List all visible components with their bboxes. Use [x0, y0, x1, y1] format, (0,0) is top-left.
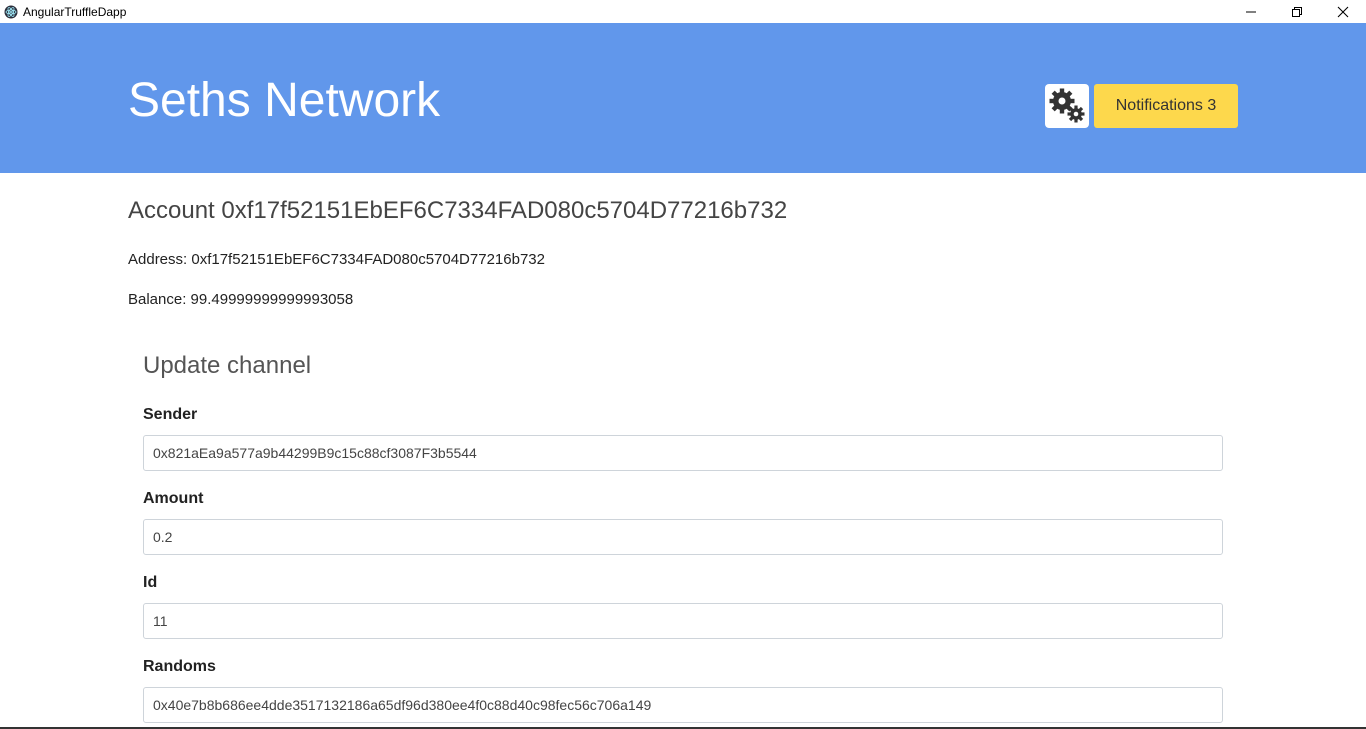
window-titlebar: AngularTruffleDapp: [0, 0, 1366, 23]
window-title: AngularTruffleDapp: [23, 4, 127, 19]
update-channel-title: Update channel: [143, 352, 312, 379]
sender-label: Sender: [143, 406, 198, 423]
gears-icon: [1049, 88, 1085, 123]
account-title: Account 0xf17f52151EbEF6C7334FAD080c5704…: [128, 197, 788, 224]
electron-atom-icon: [3, 4, 19, 20]
randoms-input[interactable]: [143, 687, 1223, 723]
amount-input[interactable]: [143, 519, 1223, 555]
minimize-icon: [1246, 11, 1256, 12]
notifications-button[interactable]: Notifications 3: [1094, 84, 1238, 128]
balance-line: Balance: 99.49999999999993058: [128, 291, 354, 308]
id-input[interactable]: [143, 603, 1223, 639]
window-controls: [1228, 0, 1366, 23]
restore-icon: [1292, 6, 1302, 17]
close-button[interactable]: [1320, 0, 1366, 23]
sender-input[interactable]: [143, 435, 1223, 471]
id-label: Id: [143, 574, 158, 591]
restore-button[interactable]: [1274, 0, 1320, 23]
minimize-button[interactable]: [1228, 0, 1274, 23]
app-header: Seths Network Notifications 3: [0, 23, 1366, 173]
settings-button[interactable]: [1045, 84, 1089, 128]
address-line: Address: 0xf17f52151EbEF6C7334FAD080c570…: [128, 251, 545, 268]
brand-title: Seths Network: [128, 74, 441, 127]
amount-label: Amount: [143, 490, 204, 507]
close-icon: [1337, 6, 1349, 17]
randoms-label: Randoms: [143, 658, 216, 675]
